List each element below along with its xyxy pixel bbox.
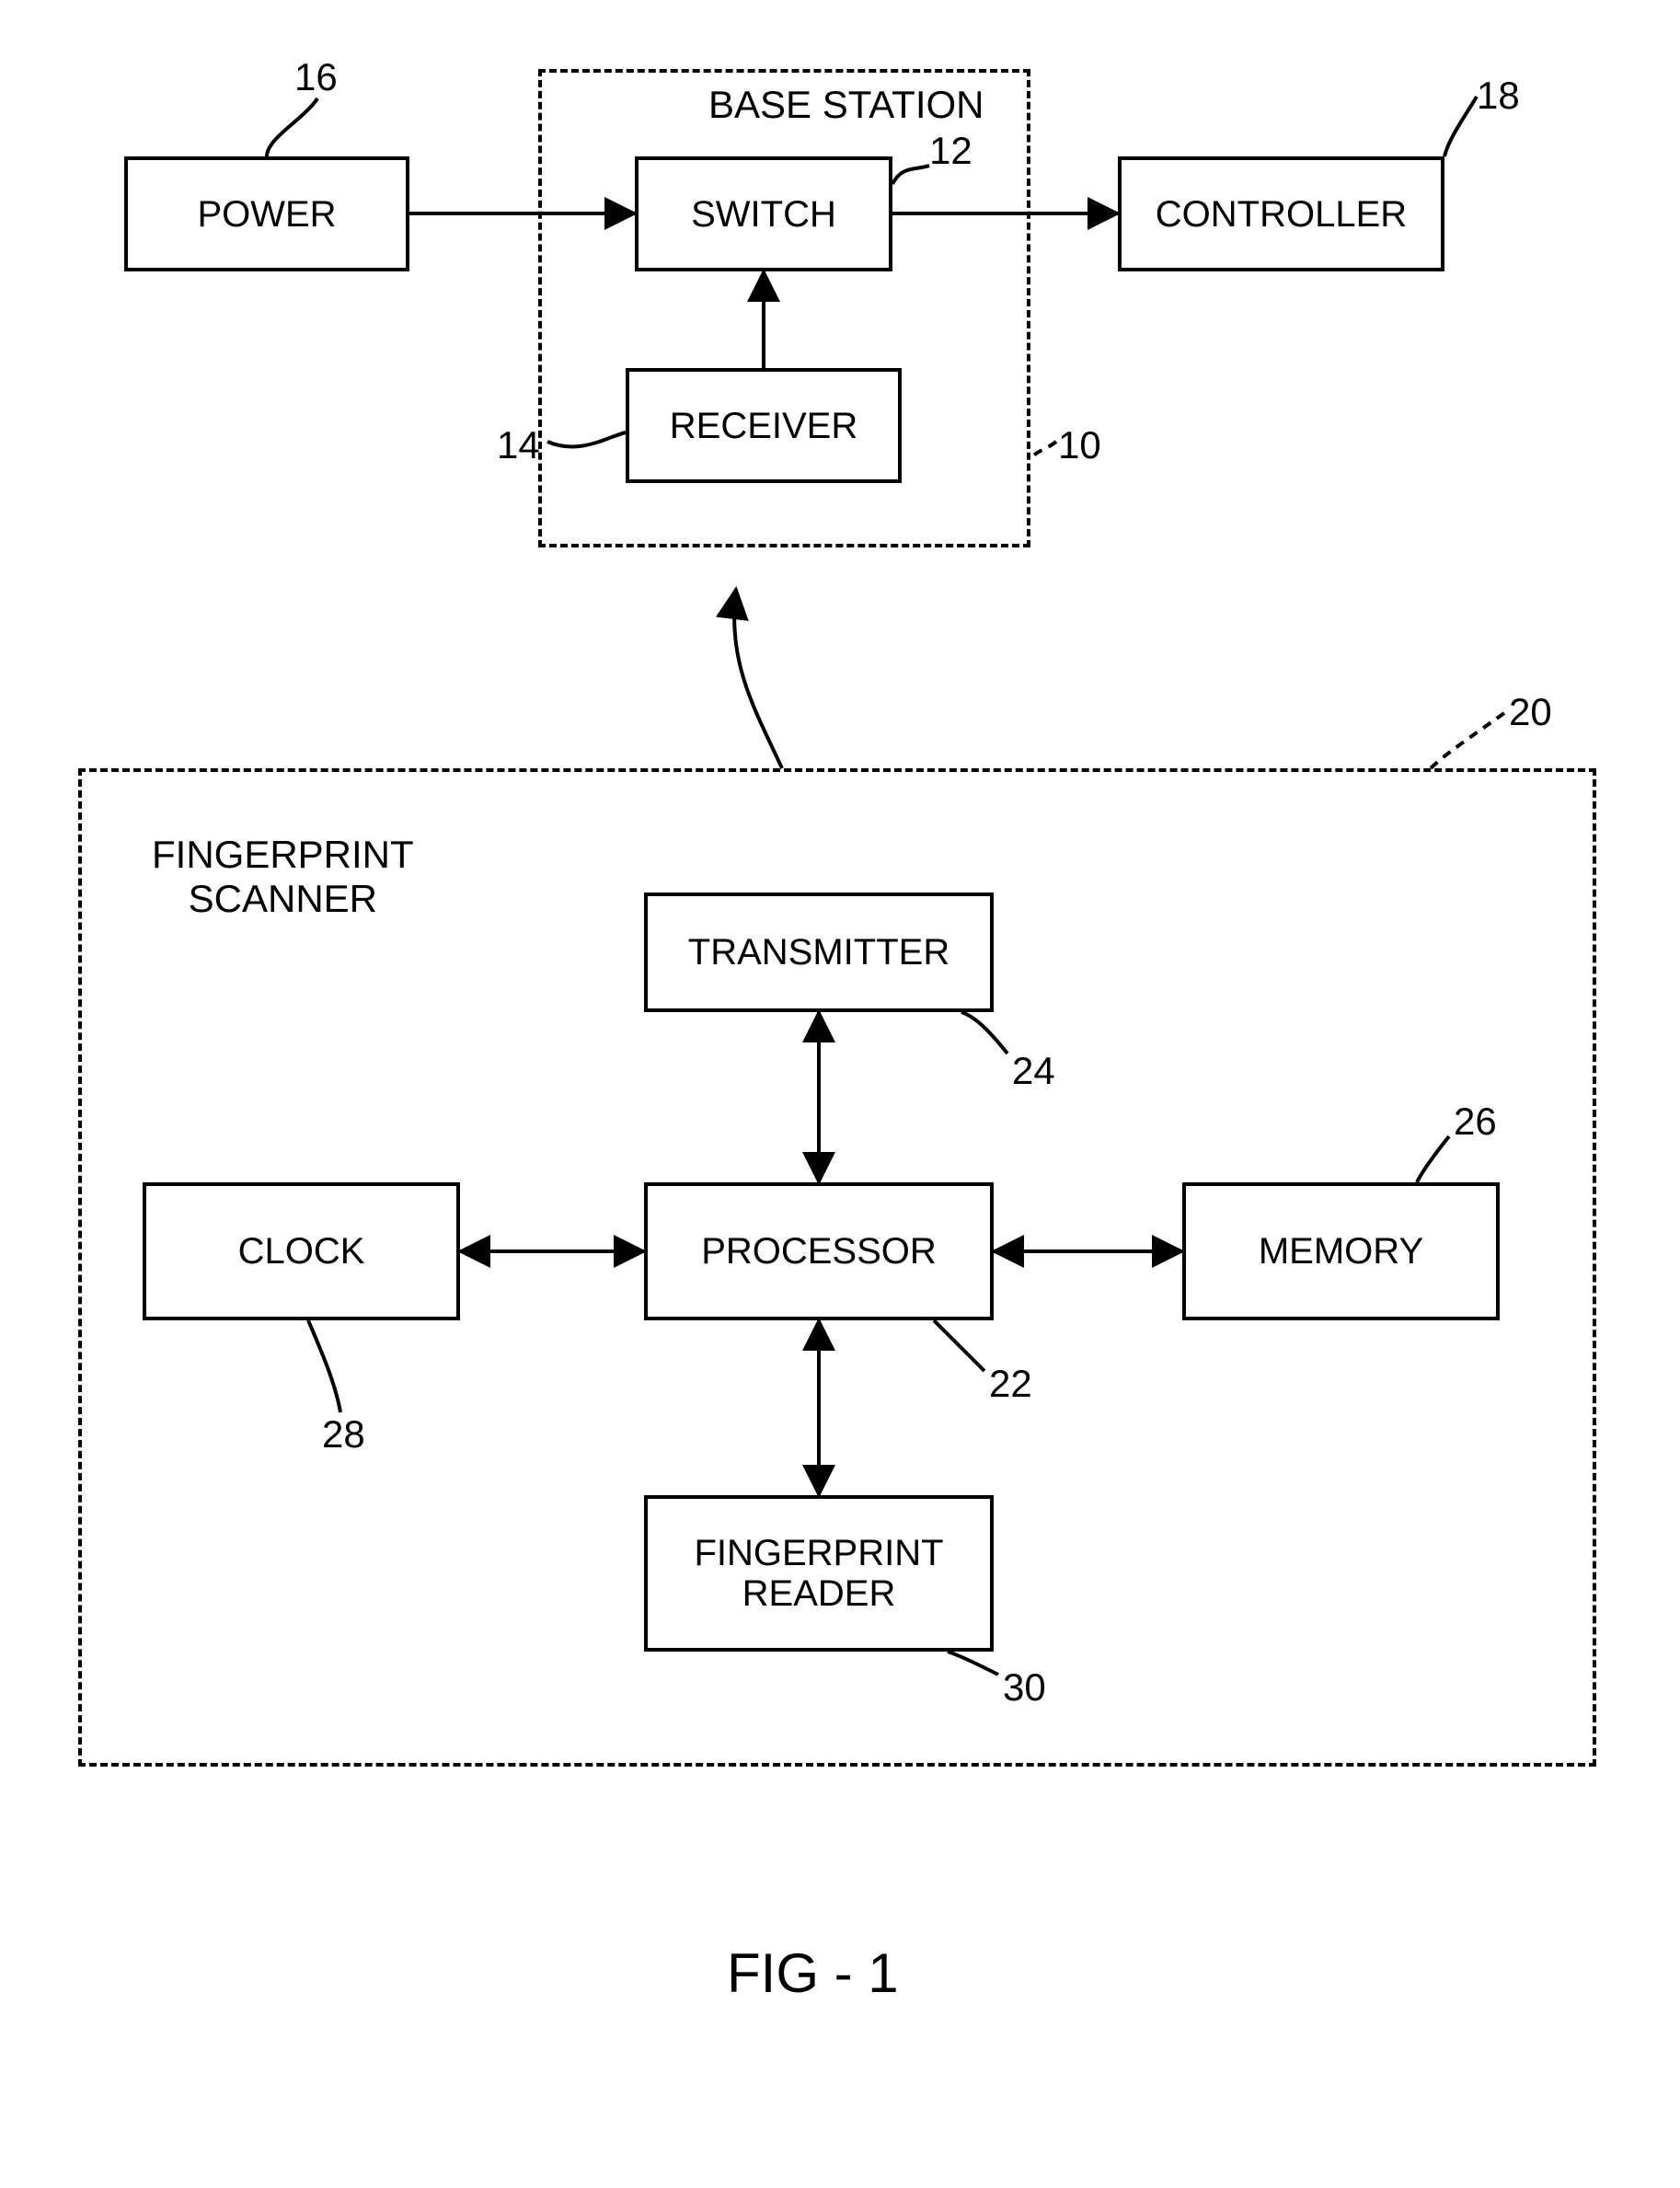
ref-28: 28 — [322, 1412, 365, 1457]
processor-text: PROCESSOR — [701, 1231, 937, 1272]
ref-26: 26 — [1454, 1100, 1497, 1144]
transmitter-text: TRANSMITTER — [688, 932, 949, 973]
ref-20: 20 — [1509, 690, 1552, 734]
figure-label: FIG - 1 — [727, 1941, 899, 2005]
ref-18: 18 — [1477, 74, 1520, 118]
power-block: POWER — [124, 156, 409, 271]
switch-block: SWITCH — [635, 156, 892, 271]
controller-block: CONTROLLER — [1118, 156, 1444, 271]
processor-block: PROCESSOR — [644, 1182, 994, 1320]
ref-22: 22 — [989, 1362, 1032, 1406]
power-text: POWER — [197, 194, 336, 235]
ref-24: 24 — [1012, 1049, 1055, 1093]
ref-30: 30 — [1003, 1665, 1046, 1710]
reader-text: FINGERPRINT READER — [648, 1533, 990, 1614]
clock-text: CLOCK — [238, 1231, 365, 1272]
reader-block: FINGERPRINT READER — [644, 1495, 994, 1652]
scanner-group-label: FINGERPRINT SCANNER — [152, 833, 414, 921]
memory-text: MEMORY — [1259, 1231, 1423, 1272]
ref-16: 16 — [294, 55, 338, 99]
switch-text: SWITCH — [691, 194, 836, 235]
memory-block: MEMORY — [1182, 1182, 1500, 1320]
ref-14: 14 — [497, 423, 540, 467]
diagram-canvas: BASE STATION POWER SWITCH CONTROLLER REC… — [0, 0, 1680, 2188]
base-station-label: BASE STATION — [708, 83, 984, 127]
controller-text: CONTROLLER — [1156, 194, 1407, 235]
ref-10: 10 — [1058, 423, 1101, 467]
clock-block: CLOCK — [143, 1182, 460, 1320]
ref-12: 12 — [929, 129, 972, 173]
receiver-text: RECEIVER — [670, 406, 858, 446]
receiver-block: RECEIVER — [626, 368, 902, 483]
transmitter-block: TRANSMITTER — [644, 892, 994, 1012]
